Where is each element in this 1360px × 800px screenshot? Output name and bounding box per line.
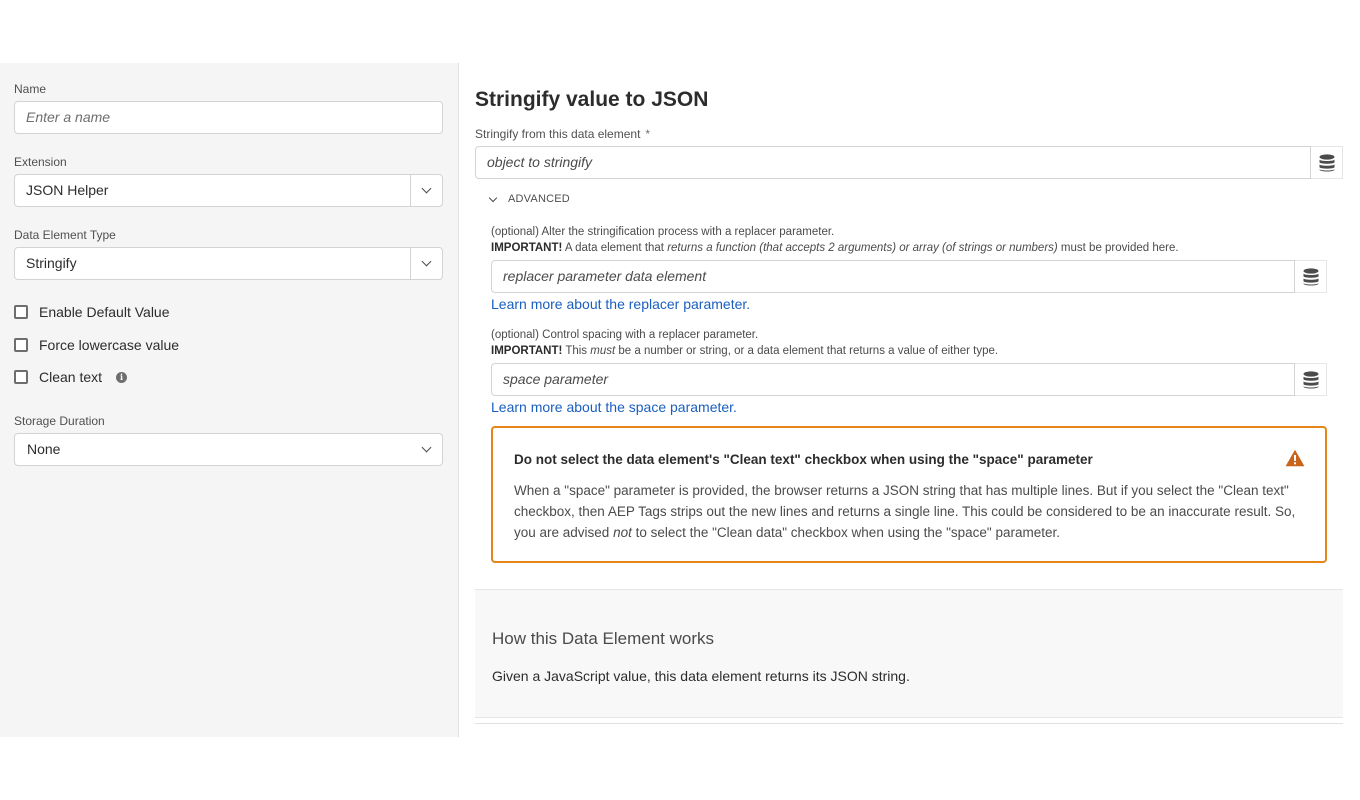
storage-duration-dropdown-button[interactable]	[410, 434, 442, 465]
replacer-desc-em: returns a function (that accepts 2 argum…	[667, 242, 1058, 254]
left-panel	[0, 63, 459, 737]
data-element-type-picker[interactable]: Stringify	[14, 247, 443, 280]
required-asterisk: *	[645, 127, 651, 141]
space-desc-line1: (optional) Control spacing with a replac…	[491, 329, 759, 341]
enable-default-value-row[interactable]: Enable Default Value	[14, 302, 170, 322]
space-important: IMPORTANT!	[491, 345, 563, 357]
name-input[interactable]: Enter a name	[14, 101, 443, 134]
storage-duration-value: None	[27, 441, 61, 457]
source-label: Stringify from this data element *	[475, 127, 650, 141]
space-desc-b: be a number or string, or a data element…	[615, 345, 999, 357]
space-desc-a: This	[562, 345, 591, 357]
force-lowercase-row[interactable]: Force lowercase value	[14, 335, 179, 355]
enable-default-value-checkbox[interactable]	[14, 305, 28, 319]
chevron-down-icon	[421, 183, 432, 194]
advanced-toggle[interactable]: ADVANCED	[488, 193, 570, 205]
space-description: (optional) Control spacing with a replac…	[491, 327, 998, 359]
replacer-important: IMPORTANT!	[491, 242, 563, 254]
space-input[interactable]: space parameter	[491, 363, 1295, 396]
data-element-type-value: Stringify	[26, 255, 77, 271]
replacer-data-element-picker-button[interactable]	[1295, 260, 1327, 293]
page-title: Stringify value to JSON	[475, 88, 709, 111]
database-icon	[1319, 153, 1334, 172]
data-element-type-dropdown-button[interactable]	[410, 248, 442, 279]
source-data-element-picker-button[interactable]	[1311, 146, 1343, 179]
force-lowercase-label: Force lowercase value	[39, 337, 180, 353]
data-element-type-label: Data Element Type	[14, 228, 116, 242]
how-it-works-title: How this Data Element works	[492, 629, 715, 648]
replacer-learn-more-link[interactable]: Learn more about the replacer parameter.	[491, 296, 750, 312]
alert-body-em: not	[613, 525, 632, 540]
alert-body-b: to select the "Clean data" checkbox when…	[631, 525, 1061, 540]
space-desc-em: must	[590, 345, 616, 357]
enable-default-value-label: Enable Default Value	[39, 304, 170, 320]
chevron-down-icon	[421, 256, 432, 267]
force-lowercase-checkbox[interactable]	[14, 338, 28, 352]
info-icon[interactable]: i	[116, 371, 128, 383]
replacer-desc-line1: (optional) Alter the stringification pro…	[491, 226, 835, 238]
chevron-down-icon	[488, 193, 498, 202]
alert-body: When a "space" parameter is provided, th…	[514, 480, 1310, 543]
space-desc-line2: IMPORTANT! This must be a number or stri…	[491, 343, 998, 359]
clean-text-row[interactable]: Clean text i	[14, 367, 128, 387]
bottom-divider	[475, 723, 1343, 724]
clean-text-label: Clean text	[39, 369, 103, 385]
alert-triangle-icon	[1285, 449, 1305, 467]
source-label-text: Stringify from this data element	[475, 127, 641, 141]
clean-text-checkbox[interactable]	[14, 370, 28, 384]
how-it-works-text: Given a JavaScript value, this data elem…	[492, 668, 910, 684]
advanced-label: ADVANCED	[508, 193, 570, 205]
replacer-desc-b: must be provided here.	[1057, 242, 1179, 254]
database-icon	[1303, 267, 1318, 286]
replacer-description: (optional) Alter the stringification pro…	[491, 224, 1179, 256]
replacer-input[interactable]: replacer parameter data element	[491, 260, 1295, 293]
extension-label: Extension	[14, 155, 67, 169]
alert-title: Do not select the data element's "Clean …	[514, 452, 1093, 467]
name-label: Name	[14, 82, 47, 96]
replacer-desc-a: A data element that	[562, 242, 668, 254]
space-learn-more-link[interactable]: Learn more about the space parameter.	[491, 399, 737, 415]
source-data-element-input[interactable]: object to stringify	[475, 146, 1311, 179]
storage-duration-picker[interactable]: None	[14, 433, 443, 466]
chevron-down-icon	[421, 442, 431, 453]
extension-dropdown-button[interactable]	[410, 175, 442, 206]
how-it-works-panel: How this Data Element works Given a Java…	[475, 589, 1343, 718]
replacer-desc-line2: IMPORTANT! A data element that returns a…	[491, 240, 1179, 256]
storage-duration-label: Storage Duration	[14, 414, 105, 428]
extension-value: JSON Helper	[26, 182, 109, 198]
space-data-element-picker-button[interactable]	[1295, 363, 1327, 396]
database-icon	[1303, 370, 1318, 389]
extension-picker[interactable]: JSON Helper	[14, 174, 443, 207]
warning-alert: Do not select the data element's "Clean …	[491, 426, 1327, 563]
